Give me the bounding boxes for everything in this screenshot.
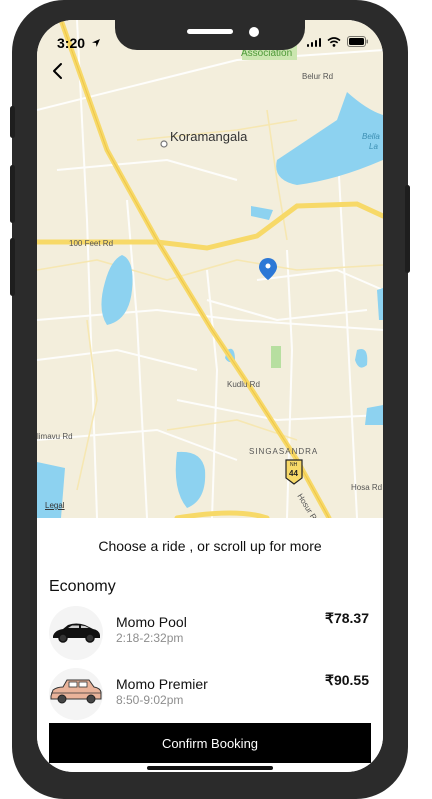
ride-name: Momo Pool [116, 614, 187, 630]
ride-name: Momo Premier [116, 676, 208, 692]
notch [115, 20, 305, 50]
map-label-100-feet-rd: 100 Feet Rd [69, 239, 114, 248]
speaker [187, 29, 233, 34]
front-camera [249, 27, 259, 37]
ride-price: ₹90.55 [325, 672, 369, 688]
map-graphic [37, 20, 383, 518]
volume-down-button [10, 238, 15, 296]
black-car-icon [53, 623, 100, 643]
ride-time: 8:50-9:02pm [116, 693, 184, 707]
ride-prompt: Choose a ride , or scroll up for more [98, 538, 322, 554]
confirm-booking-button[interactable]: Confirm Booking [49, 723, 371, 763]
nh-shield-number: 44 [289, 469, 298, 478]
nh-shield-label: NH [290, 462, 298, 468]
status-icons [307, 36, 369, 47]
wifi-icon [327, 36, 341, 47]
chevron-left-icon [53, 63, 62, 79]
map-label-alimavu-rd: limavu Rd [37, 432, 73, 441]
status-time: 3:20 [57, 35, 101, 51]
map-label-belur-rd: Belur Rd [302, 72, 334, 81]
home-indicator[interactable] [147, 766, 273, 770]
volume-up-button [10, 165, 15, 223]
location-pin-icon[interactable] [259, 258, 277, 280]
car-thumbnail [49, 606, 103, 660]
location-arrow-icon [91, 39, 100, 47]
ride-sheet: Choose a ride , or scroll up for more Ec… [37, 518, 383, 772]
ride-price: ₹78.37 [325, 610, 369, 626]
map-label-kudlu-rd: Kudlu Rd [227, 380, 260, 389]
battery-icon [347, 36, 368, 47]
map-label-bella: Bella [362, 132, 380, 141]
map-legal-link[interactable]: Legal [45, 501, 65, 510]
ride-option-premier[interactable]: Momo Premier 8:50-9:02pm ₹90.55 [37, 668, 383, 724]
power-button [405, 185, 410, 273]
map-label-singasandra: SINGASANDRA [249, 447, 319, 456]
map-label-la: La [369, 142, 378, 151]
vintage-car-icon [50, 679, 102, 704]
screen: Association Belur Rd Koramangala Bella L… [37, 20, 383, 772]
map-label-hosa-rd: Hosa Rd [351, 483, 383, 492]
ride-option-pool[interactable]: Momo Pool 2:18-2:32pm ₹78.37 [37, 606, 383, 662]
back-button[interactable] [47, 60, 71, 84]
ride-time: 2:18-2:32pm [116, 631, 184, 645]
map-view[interactable]: Association Belur Rd Koramangala Bella L… [37, 20, 383, 525]
mute-switch [10, 106, 15, 138]
section-title-economy: Economy [49, 578, 116, 595]
map-label-koramangala: Koramangala [170, 129, 248, 144]
signal-icon [307, 37, 321, 47]
status-time-text: 3:20 [57, 35, 86, 51]
car-thumbnail [49, 668, 103, 720]
